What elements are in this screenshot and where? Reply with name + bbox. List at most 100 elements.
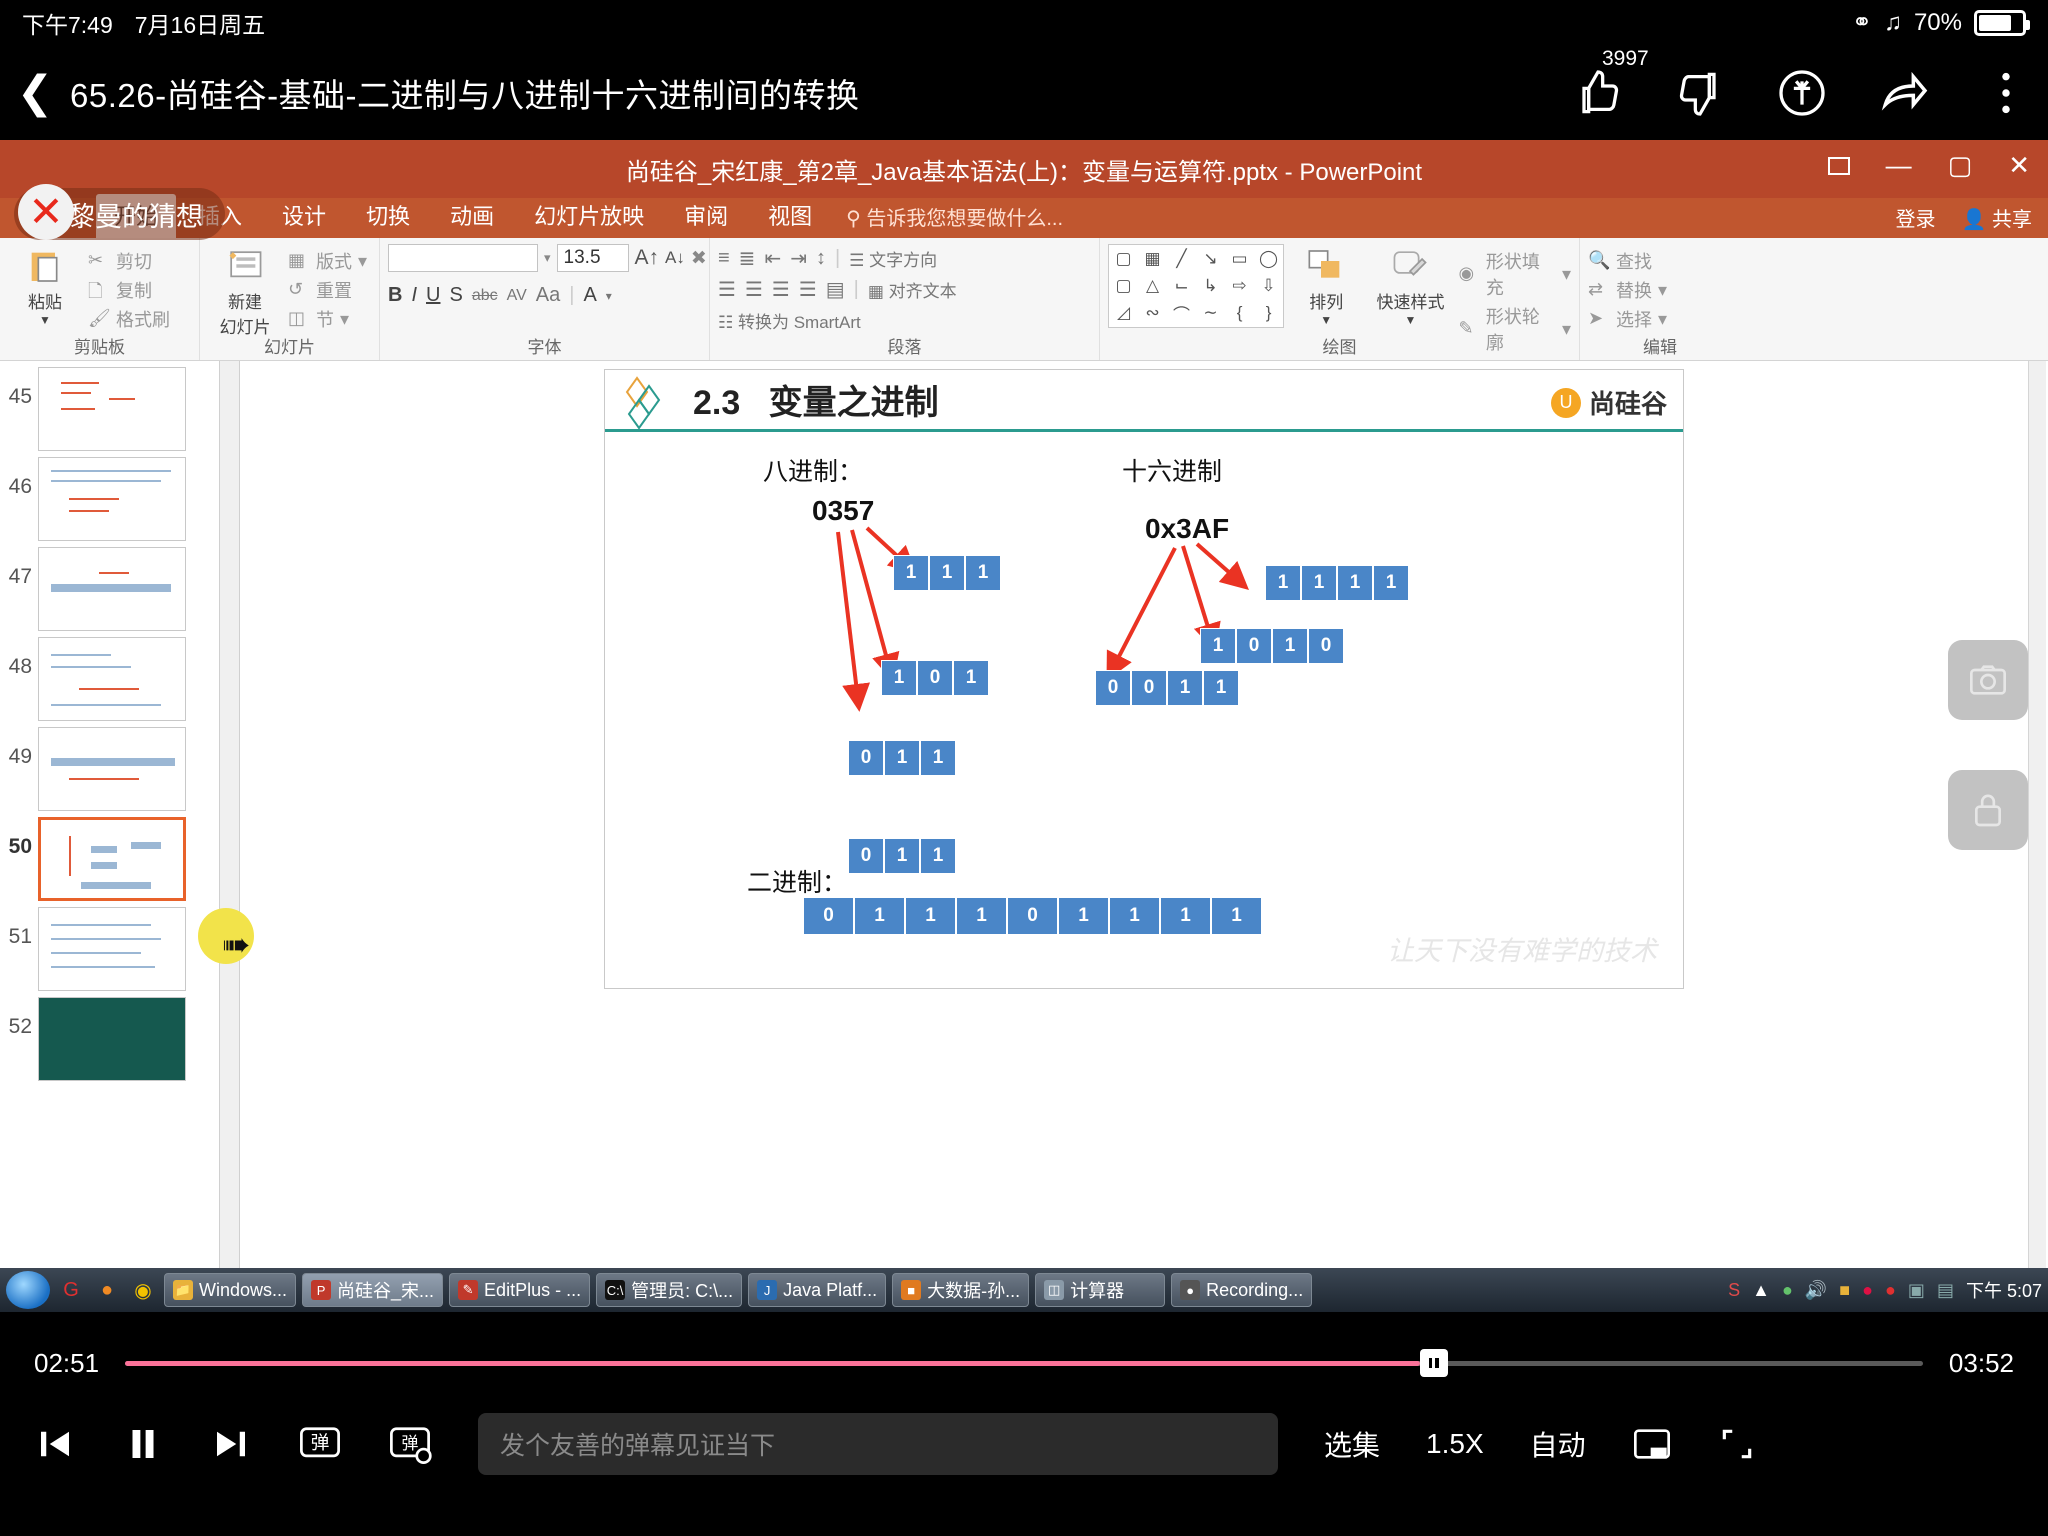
firefox-icon[interactable]: ●	[92, 1275, 122, 1305]
shape-right-brace[interactable]: }	[1254, 300, 1283, 327]
taskbar-button-bigdata[interactable]: ■ 大数据-孙...	[892, 1273, 1030, 1307]
align-right-button[interactable]: ☰	[772, 277, 790, 302]
font-size-input[interactable]: 13.5	[556, 244, 629, 272]
quality-button[interactable]: 自动	[1530, 1424, 1586, 1464]
increase-indent-button[interactable]: ⇥	[790, 246, 807, 271]
dislike-button[interactable]	[1672, 65, 1728, 121]
tab-design[interactable]: 设计	[264, 194, 344, 238]
minimize-button[interactable]: —	[1886, 150, 1912, 181]
episodes-button[interactable]: 选集	[1324, 1424, 1380, 1464]
tray-expand-icon[interactable]: ▲	[1752, 1280, 1770, 1301]
change-case-button[interactable]: Aa	[536, 284, 560, 307]
reset-button[interactable]: ↺ 重置	[288, 277, 367, 303]
shape-elbow-connector[interactable]: ⌙	[1167, 272, 1196, 299]
select-caret-icon[interactable]: ▾	[1658, 309, 1667, 330]
back-button[interactable]: ❮	[0, 70, 70, 115]
thumbnail-item[interactable]: 48	[0, 631, 239, 721]
tell-me-search[interactable]: ⚲ 告诉我您想要做什么...	[834, 197, 1075, 238]
screenshot-floating-button[interactable]	[1948, 640, 2028, 720]
section-button[interactable]: ◫ 节 ▾	[288, 306, 367, 332]
tab-transitions[interactable]: 切换	[348, 194, 428, 238]
taskbar-button-powerpoint[interactable]: P 尚硅谷_宋...	[302, 1273, 444, 1307]
section-caret-icon[interactable]: ▾	[340, 309, 349, 330]
select-button[interactable]: ➤ 选择 ▾	[1588, 306, 1667, 332]
shape-vertical-textbox[interactable]: ▦	[1138, 245, 1167, 272]
floating-user-bubble[interactable]: ✕ 黎曼的猜想	[14, 184, 225, 240]
thumbnail-item-selected[interactable]: 50	[0, 811, 239, 901]
playback-speed-button[interactable]: 1.5X	[1426, 1428, 1484, 1460]
tray-volume-icon[interactable]: 🔊	[1805, 1280, 1827, 1301]
shape-left-brace[interactable]: {	[1225, 300, 1254, 327]
thumbnail-item[interactable]: 45	[0, 361, 239, 451]
shape-rectangle[interactable]: ▭	[1225, 245, 1254, 272]
decrease-font-size-button[interactable]: A↓	[665, 248, 685, 268]
slide-area-scrollbar[interactable]	[2028, 361, 2046, 1268]
arrange-caret-icon[interactable]: ▼	[1320, 313, 1332, 327]
progress-track[interactable]	[125, 1349, 1923, 1377]
shape-rounded-rect[interactable]: ▢	[1109, 272, 1138, 299]
start-button[interactable]	[6, 1271, 50, 1309]
shape-textbox[interactable]: ▢	[1109, 245, 1138, 272]
shape-arrow[interactable]: ↘	[1196, 245, 1225, 272]
shape-down-arrow[interactable]: ⇩	[1254, 272, 1283, 299]
shape-freeform[interactable]: ◿	[1109, 300, 1138, 327]
layout-button[interactable]: ▦ 版式 ▾	[288, 248, 367, 274]
danmaku-toggle-button[interactable]: 弹	[298, 1422, 342, 1466]
shape-triangle[interactable]: △	[1138, 272, 1167, 299]
picture-in-picture-button[interactable]	[1632, 1427, 1672, 1461]
thumbnail-item[interactable]: 46	[0, 451, 239, 541]
align-left-button[interactable]: ☰	[718, 277, 736, 302]
share-button[interactable]	[1876, 65, 1932, 121]
text-direction-button[interactable]: ☰ 文字方向	[849, 246, 937, 271]
taskbar-button-calculator[interactable]: ◫ 计算器	[1035, 1273, 1166, 1307]
g-icon[interactable]: G	[56, 1275, 86, 1305]
shape-fill-caret-icon[interactable]: ▾	[1562, 264, 1571, 285]
coin-button[interactable]	[1774, 65, 1830, 121]
current-slide[interactable]: 2.3 变量之进制 U 尚硅谷 八进制： 十六进制 0357 0x3AF 二进制…	[604, 369, 1684, 989]
thumbnail-item[interactable]: 47	[0, 541, 239, 631]
chrome-icon[interactable]: ◉	[128, 1275, 158, 1305]
tray-app1-icon[interactable]: ■	[1839, 1280, 1850, 1301]
danmaku-input[interactable]: 发个友善的弹幕见证当下	[478, 1413, 1278, 1475]
bullets-button[interactable]: ≡	[718, 247, 730, 270]
italic-button[interactable]: I	[411, 284, 417, 307]
tray-clock[interactable]: 下午 5:07	[1966, 1277, 2042, 1303]
tab-review[interactable]: 审阅	[666, 194, 746, 238]
thumbnail-item[interactable]: 52	[0, 991, 239, 1081]
quick-styles-button[interactable]: 快速样式 ▼	[1368, 244, 1452, 327]
tray-app2-icon[interactable]: ●	[1862, 1280, 1873, 1301]
arrange-button[interactable]: 排列 ▼	[1290, 244, 1362, 327]
shape-fill-button[interactable]: ◉ 形状填充 ▾	[1459, 248, 1572, 300]
next-button[interactable]	[210, 1423, 252, 1465]
tab-animations[interactable]: 动画	[432, 194, 512, 238]
shapes-gallery[interactable]: ▢ ▦ ╱ ↘ ▭ ◯ ▢ △ ⌙ ↳ ⇨ ⇩ ◿ ∾ ⌒ ∼ {}	[1108, 244, 1285, 328]
tab-view[interactable]: 视图	[750, 194, 830, 238]
slide-editing-area[interactable]: 2.3 变量之进制 U 尚硅谷 八进制： 十六进制 0357 0x3AF 二进制…	[240, 361, 2048, 1268]
replace-button[interactable]: ⇄ 替换 ▾	[1588, 277, 1667, 303]
quick-styles-caret-icon[interactable]: ▼	[1405, 313, 1417, 327]
lock-floating-button[interactable]	[1948, 770, 2028, 850]
shape-curve[interactable]: ∼	[1196, 300, 1225, 327]
danmaku-settings-button[interactable]: 弹	[388, 1422, 432, 1466]
play-pause-button[interactable]	[122, 1423, 164, 1465]
paste-button[interactable]: 粘贴 ▼	[8, 244, 82, 327]
decrease-indent-button[interactable]: ⇤	[764, 246, 781, 271]
taskbar-button-editplus[interactable]: ✎ EditPlus - ...	[449, 1273, 591, 1307]
align-text-button[interactable]: ▦ 对齐文本	[868, 277, 957, 302]
shape-line[interactable]: ╱	[1167, 245, 1196, 272]
format-painter-button[interactable]: 🖌 格式刷	[88, 306, 170, 332]
convert-smartart-button[interactable]: ☷ 转换为 SmartArt	[718, 308, 861, 333]
font-name-input[interactable]	[388, 244, 538, 272]
more-vertical-icon[interactable]	[1978, 65, 2034, 121]
increase-font-size-button[interactable]: A↑	[635, 246, 660, 270]
taskbar-button-java[interactable]: J Java Platf...	[748, 1273, 887, 1307]
tab-slideshow[interactable]: 幻灯片放映	[516, 194, 662, 238]
replace-caret-icon[interactable]: ▾	[1658, 280, 1667, 301]
paste-dropdown-icon[interactable]: ▼	[39, 313, 51, 327]
maximize-button[interactable]: ▢	[1948, 150, 1973, 181]
copy-button[interactable]: 🗋 复制	[88, 277, 170, 303]
close-button[interactable]: ✕	[2008, 150, 2030, 181]
clear-formatting-icon[interactable]: ✖	[691, 247, 707, 270]
columns-button[interactable]: ▤	[826, 277, 845, 302]
tray-app4-icon[interactable]: ▤	[1937, 1280, 1954, 1301]
